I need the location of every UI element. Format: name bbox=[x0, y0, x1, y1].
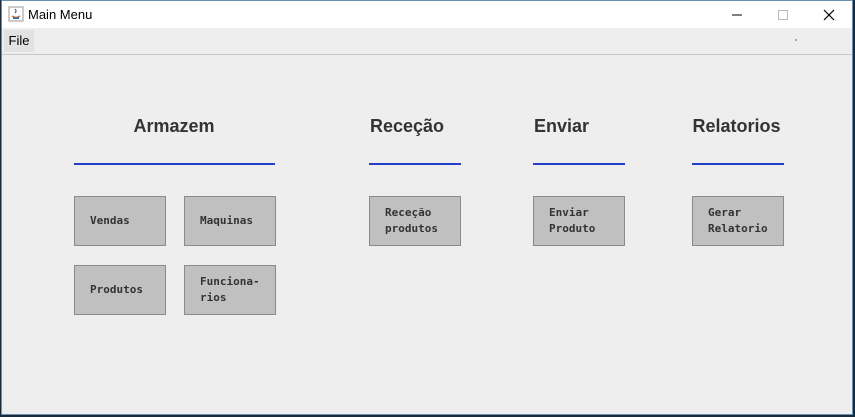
close-icon bbox=[823, 9, 835, 20]
vendas-button[interactable]: Vendas bbox=[74, 196, 166, 246]
minimize-button[interactable] bbox=[714, 1, 760, 28]
menu-file[interactable]: File bbox=[4, 30, 34, 52]
maximize-button[interactable] bbox=[760, 1, 806, 28]
window-title: Main Menu bbox=[28, 7, 93, 22]
main-window: Main Menu File Armazem Vendas Maquinas P… bbox=[1, 0, 853, 415]
funcionarios-button[interactable]: Funciona- rios bbox=[184, 265, 276, 315]
title-bar[interactable]: Main Menu bbox=[2, 1, 852, 28]
menu-bar-dot bbox=[795, 39, 797, 41]
relatorios-underline bbox=[692, 163, 784, 165]
section-title-enviar: Enviar bbox=[533, 116, 590, 136]
section-title-relatorios: Relatorios bbox=[692, 116, 781, 136]
java-icon bbox=[8, 6, 24, 22]
rececao-produtos-button[interactable]: Receção produtos bbox=[369, 196, 461, 246]
enviar-produto-button[interactable]: Enviar Produto bbox=[533, 196, 625, 246]
rececao-underline bbox=[369, 163, 461, 165]
maquinas-button[interactable]: Maquinas bbox=[184, 196, 276, 246]
minimize-icon bbox=[732, 14, 742, 15]
enviar-underline bbox=[533, 163, 625, 165]
section-title-armazem: Armazem bbox=[133, 116, 215, 136]
section-title-rececao: Receção bbox=[369, 116, 445, 136]
produtos-button[interactable]: Produtos bbox=[74, 265, 166, 315]
close-button[interactable] bbox=[806, 1, 852, 28]
armazem-underline bbox=[74, 163, 275, 165]
menu-bar: File bbox=[2, 28, 852, 55]
gerar-relatorio-button[interactable]: Gerar Relatorio bbox=[692, 196, 784, 246]
maximize-icon bbox=[778, 9, 788, 20]
